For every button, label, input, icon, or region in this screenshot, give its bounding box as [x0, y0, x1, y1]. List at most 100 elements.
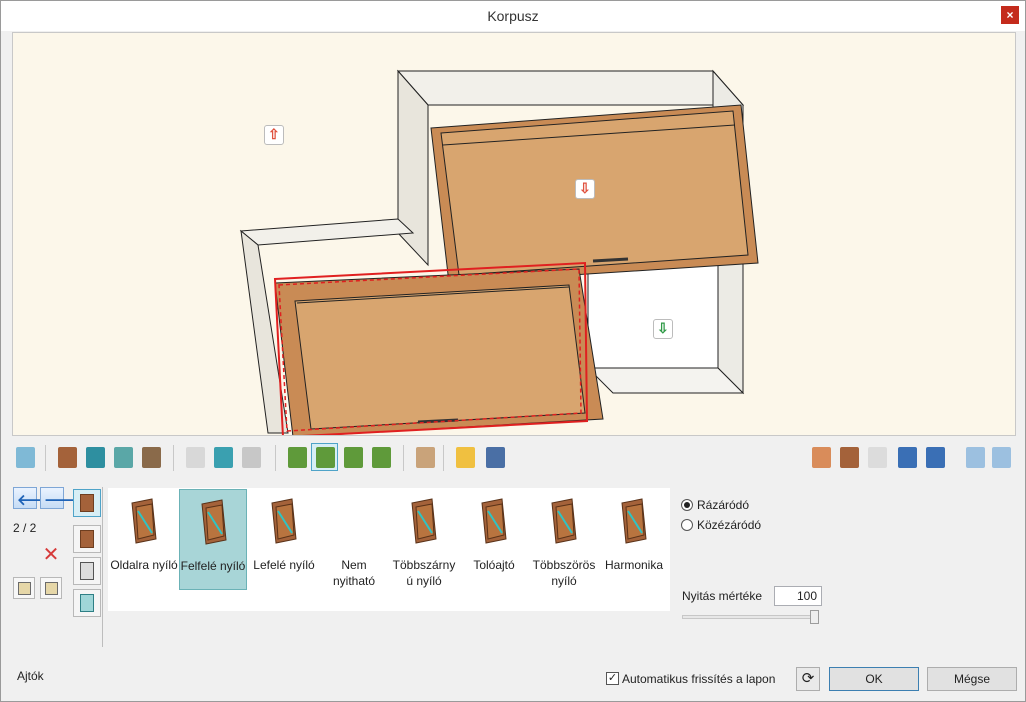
pencil-icon	[456, 447, 475, 468]
main-toolbar	[11, 443, 531, 473]
copy-button[interactable]	[13, 577, 35, 599]
delete-door-button[interactable]: ✕	[40, 545, 62, 567]
downward-opening-door-icon	[266, 497, 302, 545]
cabinet-tool-1[interactable]	[181, 443, 208, 471]
radio-inset-label: Közézáródó	[697, 518, 762, 532]
door-type-item[interactable]: Nem nyitható	[320, 489, 388, 590]
status-label: Ajtók	[17, 669, 44, 683]
copy-icon	[18, 582, 31, 595]
door-type-item[interactable]: Többszárny ú nyíló	[390, 489, 458, 590]
legs-tool[interactable]	[411, 443, 438, 471]
redo-tool[interactable]	[921, 443, 948, 471]
next-door-button[interactable]: 🡒	[40, 487, 84, 509]
opening-slider-thumb[interactable]	[810, 610, 819, 624]
multi-leaf-door-icon	[406, 497, 442, 545]
window-title: Korpusz	[487, 8, 539, 24]
box-view-tool[interactable]	[863, 443, 890, 471]
zoom-in-icon	[966, 447, 985, 468]
previous-door-button[interactable]: 🡐	[13, 487, 57, 509]
3d-viewport[interactable]: ⇧ ⇩ ⇩	[12, 32, 1016, 436]
refresh-icon: ⟳	[801, 670, 815, 687]
tab-hinges[interactable]	[73, 589, 101, 617]
fit-view-icon	[812, 447, 831, 468]
add-drawer-icon	[344, 447, 363, 468]
shelf-marker[interactable]: ⇩	[653, 319, 673, 339]
paste-button[interactable]	[40, 577, 62, 599]
add-tool-4[interactable]	[367, 443, 394, 471]
radio-inset-button[interactable]	[681, 519, 693, 531]
arrow-up-out-icon: ⇧	[268, 126, 280, 142]
tab-fronts[interactable]	[73, 525, 101, 553]
close-button[interactable]: ×	[1001, 6, 1019, 24]
redo-icon	[926, 447, 945, 468]
handle-icon	[142, 447, 161, 468]
door-type-label: Felfelé nyíló	[180, 559, 246, 573]
cabinet-outline-icon	[186, 447, 205, 468]
add-tool-1[interactable]	[283, 443, 310, 471]
tab-doors[interactable]	[73, 489, 101, 517]
door-type-label: Tolóajtó	[473, 558, 515, 572]
tab-handles[interactable]	[73, 557, 101, 585]
sliding-door-icon	[476, 497, 512, 545]
cabinet-split-icon	[242, 447, 261, 468]
opening-slider-track[interactable]	[682, 615, 818, 619]
cabinet-3d-render	[239, 69, 759, 435]
upper-cabinet-side	[397, 69, 429, 267]
lower-cabinet-top	[239, 218, 415, 246]
door-type-item[interactable]: Tolóajtó	[460, 489, 528, 590]
edit-tool[interactable]	[451, 443, 478, 471]
undo-tool[interactable]	[893, 443, 920, 471]
zoom-out-tool[interactable]	[987, 443, 1014, 471]
auto-refresh-label: Automatikus frissítés a lapon	[622, 672, 776, 686]
element-type-tabs	[73, 487, 103, 647]
panel-tool-4[interactable]	[137, 443, 164, 471]
door-counter: 2 / 2	[13, 521, 37, 535]
hinge-icon	[80, 594, 94, 612]
dimensions-tool[interactable]	[11, 443, 38, 471]
toolbar-separator	[173, 445, 174, 471]
door-type-label: Többszörös nyíló	[532, 558, 596, 588]
opening-label: Nyitás mértéke	[682, 589, 763, 603]
opening-input[interactable]: 100	[774, 586, 822, 606]
radio-overlay-label: Rázáródó	[697, 498, 750, 512]
zoom-in-tool[interactable]	[961, 443, 988, 471]
upper-door-handle	[592, 257, 629, 263]
add-tool-2[interactable]	[311, 443, 338, 471]
open-down-marker[interactable]: ⇩	[575, 179, 595, 199]
front-panel-icon	[80, 530, 94, 548]
cancel-button[interactable]: Mégse	[927, 667, 1017, 691]
add-door-icon	[288, 447, 307, 468]
cabinet-tool-3[interactable]	[237, 443, 264, 471]
door-type-label: Nem nyitható	[332, 558, 376, 588]
door-type-item[interactable]: Harmonika	[600, 489, 668, 590]
korpusz-dialog: Korpusz × ⇧ ⇩ ⇩ 🡐 🡒 2 / 2 ✕ Oldalra nyíl…	[0, 0, 1026, 702]
door-type-item[interactable]: Többszörös nyíló	[530, 489, 598, 590]
panel-teal-icon	[86, 447, 105, 468]
rotate-view-tool[interactable]	[835, 443, 862, 471]
cabinet-tool-2[interactable]	[209, 443, 236, 471]
radio-overlay-button[interactable]	[681, 499, 693, 511]
arrow-down-in-icon: ⇩	[579, 180, 591, 196]
auto-refresh-checkbox[interactable]: ✓	[606, 672, 619, 685]
panel-tool-2[interactable]	[81, 443, 108, 471]
door-type-item[interactable]: Felfelé nyíló	[179, 489, 247, 590]
add-shelf-icon	[372, 447, 391, 468]
rotate-view-icon	[840, 447, 859, 468]
panel-tool-3[interactable]	[109, 443, 136, 471]
lower-door-handle	[417, 418, 459, 424]
paste-icon	[45, 582, 58, 595]
add-tool-3[interactable]	[339, 443, 366, 471]
box-view-icon	[868, 447, 887, 468]
panel-tool-1[interactable]	[53, 443, 80, 471]
fit-view-tool[interactable]	[807, 443, 834, 471]
save-tool[interactable]	[481, 443, 508, 471]
door-type-item[interactable]: Lefelé nyíló	[250, 489, 318, 590]
door-type-label: Harmonika	[604, 558, 664, 572]
ok-button[interactable]: OK	[829, 667, 919, 691]
door-type-item[interactable]: Oldalra nyíló	[110, 489, 178, 590]
handle-icon	[80, 562, 94, 580]
open-up-marker[interactable]: ⇧	[264, 125, 284, 145]
add-flap-icon	[316, 447, 335, 468]
refresh-button[interactable]: ⟳	[796, 667, 820, 691]
toolbar-separator	[275, 445, 276, 471]
